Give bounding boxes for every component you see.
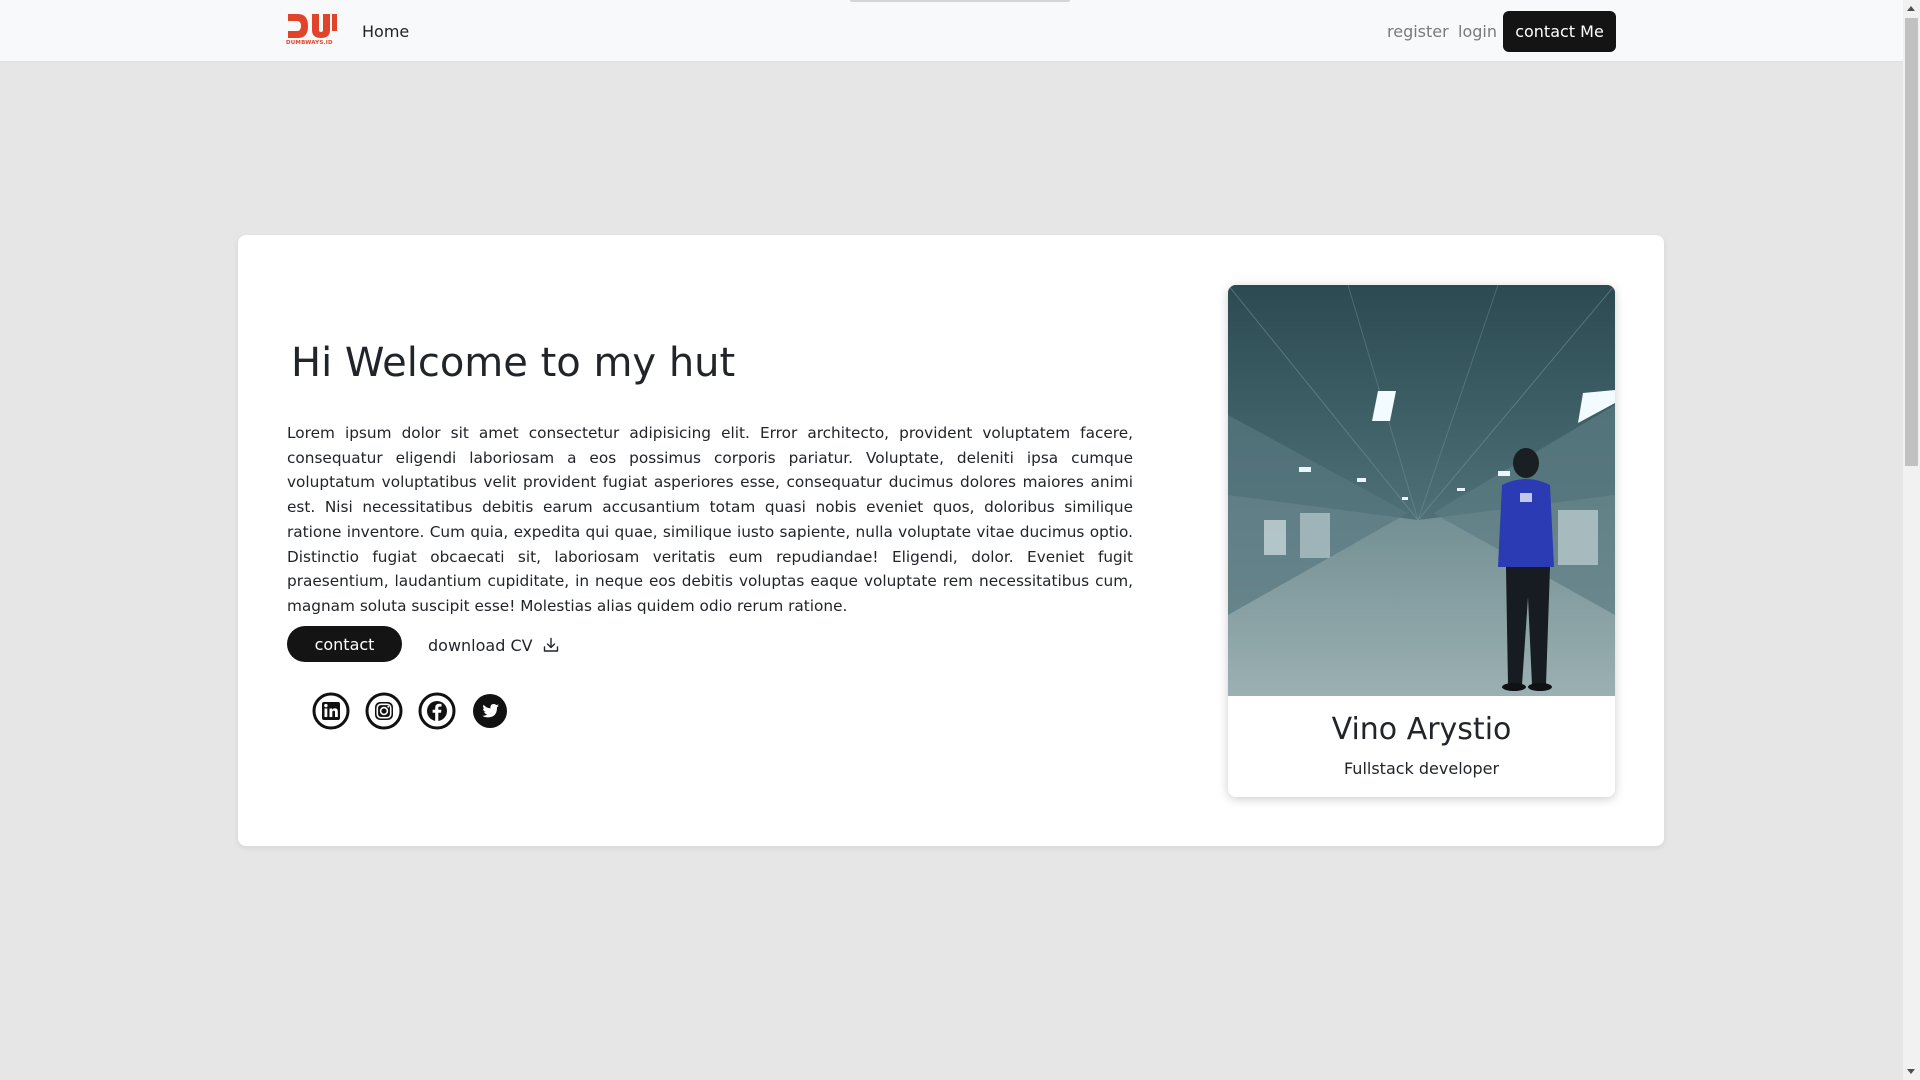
contact-button[interactable]: contact bbox=[287, 626, 402, 662]
linkedin-icon[interactable] bbox=[312, 692, 350, 730]
hero-paragraph: Lorem ipsum dolor sit amet consectetur a… bbox=[287, 424, 1133, 615]
download-cv-label: download CV bbox=[428, 635, 533, 655]
instagram-icon[interactable] bbox=[365, 692, 403, 730]
scroll-up-arrow-icon[interactable] bbox=[1907, 6, 1915, 11]
hero-title: Hi Welcome to my hut bbox=[291, 340, 736, 386]
profile-card: Vino Arystio Fullstack developer bbox=[1228, 285, 1615, 797]
twitter-icon[interactable] bbox=[471, 692, 509, 730]
nav-register-link[interactable]: register bbox=[1387, 22, 1449, 41]
hero-card: Hi Welcome to my hut Lorem ipsum dolor s… bbox=[238, 235, 1664, 846]
logo-text: DUMBWAYS.ID bbox=[286, 40, 333, 46]
page-scrollbar[interactable] bbox=[1903, 0, 1920, 1080]
profile-name: Vino Arystio bbox=[1331, 712, 1512, 747]
contact-me-button[interactable]: contact Me bbox=[1503, 11, 1616, 52]
scroll-down-arrow-icon[interactable] bbox=[1907, 1069, 1915, 1074]
nav-login-link[interactable]: login bbox=[1458, 22, 1497, 41]
facebook-icon[interactable] bbox=[418, 692, 456, 730]
profile-photo bbox=[1228, 285, 1615, 696]
nav-notch bbox=[850, 0, 1070, 2]
nav-home-link[interactable]: Home bbox=[362, 22, 409, 41]
dumbways-logo[interactable]: DUMBWAYS.ID bbox=[284, 10, 340, 50]
logo-mark-icon bbox=[288, 14, 337, 38]
download-icon bbox=[543, 637, 558, 652]
profile-role: Fullstack developer bbox=[1343, 759, 1500, 778]
navbar: DUMBWAYS.ID Home register login contact … bbox=[0, 0, 1903, 62]
download-cv-link[interactable]: download CV bbox=[428, 634, 559, 656]
scroll-thumb[interactable] bbox=[1905, 18, 1918, 466]
social-links bbox=[312, 692, 509, 730]
